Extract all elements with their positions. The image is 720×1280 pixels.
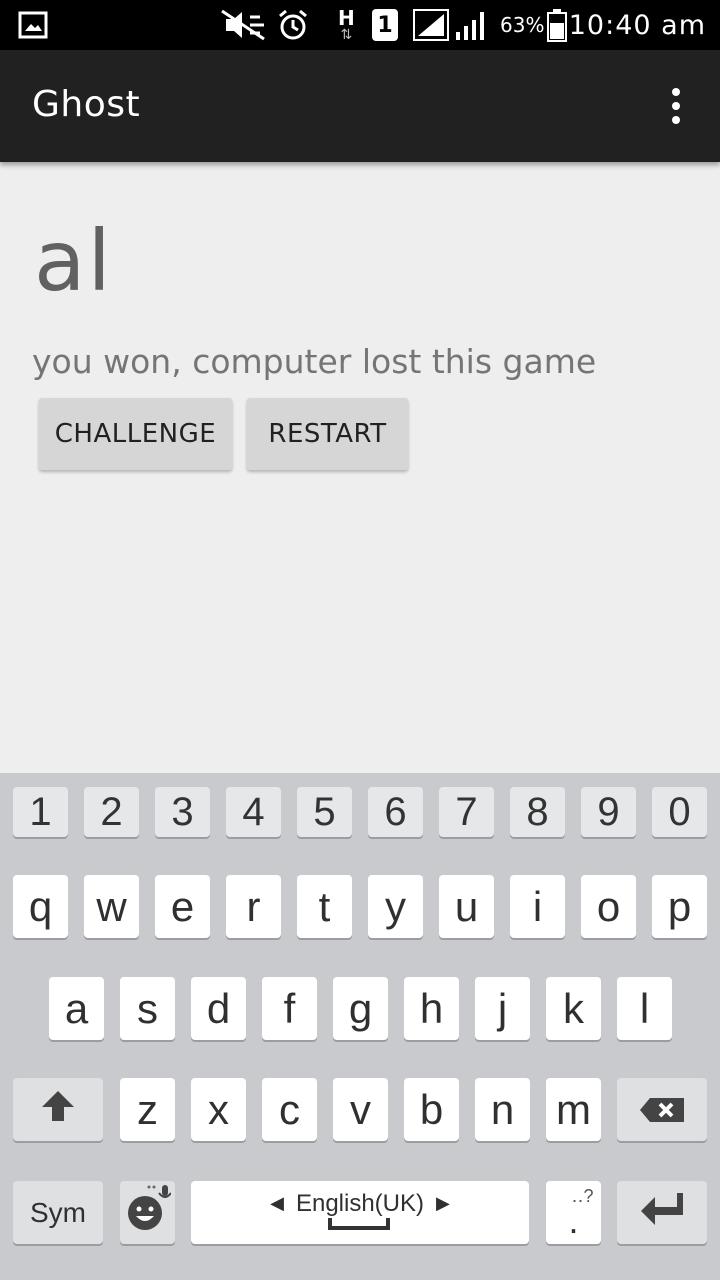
key-5[interactable]: 5 xyxy=(297,787,352,837)
key-d[interactable]: d xyxy=(191,977,246,1040)
hspa-data-icon: H ⇅ xyxy=(338,6,355,43)
soft-keyboard: 1 2 3 4 5 6 7 8 9 0 q w e r t y u i o p … xyxy=(0,773,720,1280)
overflow-menu-icon[interactable] xyxy=(656,86,696,126)
key-l[interactable]: l xyxy=(617,977,672,1040)
alarm-icon xyxy=(276,0,310,50)
restart-button[interactable]: RESTART xyxy=(247,398,408,470)
key-u[interactable]: u xyxy=(439,875,494,938)
battery-icon xyxy=(546,0,568,50)
key-7[interactable]: 7 xyxy=(439,787,494,837)
mute-icon xyxy=(220,0,268,50)
key-q[interactable]: q xyxy=(13,875,68,938)
key-p[interactable]: p xyxy=(652,875,707,938)
signal-icon-2 xyxy=(454,0,490,50)
key-4[interactable]: 4 xyxy=(226,787,281,837)
gallery-icon xyxy=(18,0,48,50)
key-n[interactable]: n xyxy=(475,1078,530,1141)
shift-key[interactable] xyxy=(13,1078,103,1141)
language-label: English(UK) xyxy=(295,1189,425,1217)
emoji-mic-icon xyxy=(125,1183,172,1243)
key-0[interactable]: 0 xyxy=(652,787,707,837)
clock: 10:40 am xyxy=(568,9,706,41)
key-3[interactable]: 3 xyxy=(155,787,210,837)
backspace-icon xyxy=(638,1086,686,1134)
key-w[interactable]: w xyxy=(84,875,139,938)
status-bar: H ⇅ 1 63% 10:40 am xyxy=(0,0,720,50)
key-2[interactable]: 2 xyxy=(84,787,139,837)
key-o[interactable]: o xyxy=(581,875,636,938)
challenge-button[interactable]: CHALLENGE xyxy=(39,398,232,470)
key-z[interactable]: z xyxy=(120,1078,175,1141)
key-8[interactable]: 8 xyxy=(510,787,565,837)
app-title: Ghost xyxy=(32,84,141,125)
period-label: . xyxy=(568,1199,579,1241)
key-x[interactable]: x xyxy=(191,1078,246,1141)
space-key[interactable]: ◀ English(UK) ▶ xyxy=(191,1181,529,1244)
key-9[interactable]: 9 xyxy=(581,787,636,837)
key-h[interactable]: h xyxy=(404,977,459,1040)
game-status-message: you won, computer lost this game xyxy=(32,342,597,381)
app-bar: Ghost xyxy=(0,50,720,162)
emoji-mic-key[interactable] xyxy=(120,1181,175,1244)
language-left-arrow-icon: ◀ xyxy=(270,1193,284,1213)
key-v[interactable]: v xyxy=(333,1078,388,1141)
space-bar-icon xyxy=(328,1218,390,1230)
key-k[interactable]: k xyxy=(546,977,601,1040)
sym-key[interactable]: Sym xyxy=(13,1181,103,1244)
key-s[interactable]: s xyxy=(120,977,175,1040)
shift-icon xyxy=(40,1086,76,1134)
key-e[interactable]: e xyxy=(155,875,210,938)
key-b[interactable]: b xyxy=(404,1078,459,1141)
key-t[interactable]: t xyxy=(297,875,352,938)
current-word: al xyxy=(34,212,113,310)
backspace-key[interactable] xyxy=(617,1078,707,1141)
enter-icon xyxy=(639,1189,685,1237)
signal-icon xyxy=(412,0,450,50)
key-6[interactable]: 6 xyxy=(368,787,423,837)
sim1-icon: 1 xyxy=(372,0,398,50)
key-a[interactable]: a xyxy=(49,977,104,1040)
battery-percent: 63% xyxy=(500,13,545,37)
language-right-arrow-icon: ▶ xyxy=(436,1193,450,1213)
key-m[interactable]: m xyxy=(546,1078,601,1141)
key-i[interactable]: i xyxy=(510,875,565,938)
key-1[interactable]: 1 xyxy=(13,787,68,837)
key-r[interactable]: r xyxy=(226,875,281,938)
key-j[interactable]: j xyxy=(475,977,530,1040)
key-c[interactable]: c xyxy=(262,1078,317,1141)
key-y[interactable]: y xyxy=(368,875,423,938)
key-g[interactable]: g xyxy=(333,977,388,1040)
enter-key[interactable] xyxy=(617,1181,707,1244)
period-key[interactable]: ‥? . xyxy=(546,1181,601,1244)
key-f[interactable]: f xyxy=(262,977,317,1040)
